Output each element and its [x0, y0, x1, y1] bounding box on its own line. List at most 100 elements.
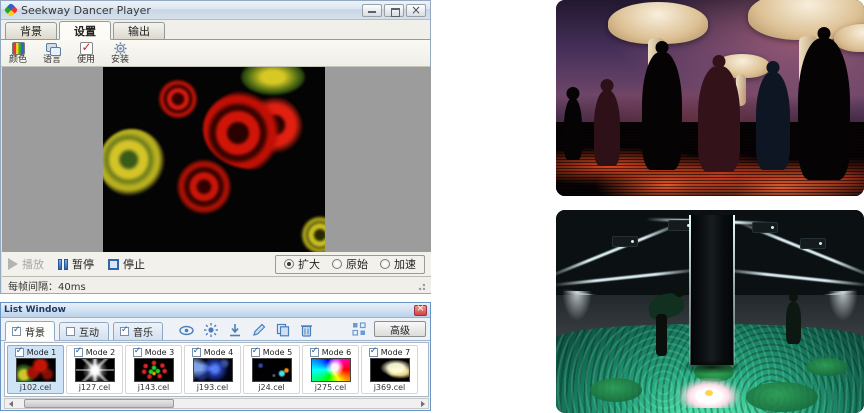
radio-original[interactable]: 原始 [332, 256, 368, 272]
advanced-button[interactable]: 高级 [374, 321, 426, 337]
wall-downlight [562, 291, 592, 321]
lily-pad [746, 382, 818, 412]
mode-thumbnail [370, 358, 410, 382]
view-mode-group: 扩大 原始 加速 [275, 255, 425, 274]
pause-button[interactable]: 暂停 [58, 256, 94, 272]
checkbox-icon[interactable] [310, 348, 319, 357]
projector [752, 222, 778, 233]
checkbox-icon[interactable] [120, 327, 129, 336]
checkbox-icon[interactable] [12, 327, 21, 336]
checkbox-icon[interactable] [192, 348, 201, 357]
scroll-right-arrow[interactable] [417, 399, 428, 408]
window-title: Seekway Dancer Player [21, 4, 362, 17]
list-tab-music[interactable]: 音乐 [113, 322, 163, 340]
copy-icon[interactable] [276, 323, 290, 337]
red-swirl-large [203, 89, 303, 169]
enable-check-icon [80, 42, 93, 55]
preview-area [2, 67, 431, 252]
radio-icon [380, 259, 390, 269]
stop-icon [108, 259, 119, 270]
list-window: List Window 背景 互动 音乐 [0, 302, 431, 411]
tab-background[interactable]: 背景 [5, 22, 57, 39]
play-button[interactable]: 播放 [8, 256, 44, 272]
eye-icon[interactable] [179, 324, 194, 337]
checkbox-icon[interactable] [66, 327, 75, 336]
list-window-title: List Window [4, 305, 414, 315]
checkbox-icon[interactable] [133, 348, 142, 357]
checkbox-icon[interactable] [251, 348, 260, 357]
central-pillar [690, 215, 734, 365]
effect-canvas [103, 67, 325, 252]
scroll-track[interactable] [16, 399, 417, 408]
person-silhouette [698, 66, 740, 172]
close-button[interactable] [406, 4, 426, 17]
list-tab-interactive[interactable]: 互动 [59, 322, 109, 340]
scroll-left-arrow[interactable] [5, 399, 16, 408]
player-titlebar: Seekway Dancer Player [1, 1, 430, 20]
photo-led-floor-mushroom-room [556, 0, 864, 196]
delete-icon[interactable] [300, 323, 313, 337]
person-silhouette [756, 72, 790, 170]
pillar-shadow [680, 360, 744, 374]
lotus-flower [678, 378, 740, 408]
usage-button[interactable]: 使用 [73, 42, 99, 65]
checkbox-icon[interactable] [15, 348, 24, 357]
radio-enlarge[interactable]: 扩大 [284, 256, 320, 272]
list-tabrow: 背景 互动 音乐 [1, 318, 430, 341]
mode-thumbnail [134, 358, 174, 382]
person-silhouette [594, 90, 620, 166]
person-silhouette [798, 38, 850, 180]
person-legs [656, 314, 667, 356]
tab-output[interactable]: 输出 [113, 22, 165, 39]
list-toolbar [179, 323, 313, 337]
projector [612, 236, 638, 247]
mode-thumbnail [16, 358, 56, 382]
install-button[interactable]: 安装 [107, 42, 133, 65]
radio-accelerate[interactable]: 加速 [380, 256, 416, 272]
tab-settings[interactable]: 设置 [59, 21, 111, 40]
lily-pad [590, 378, 642, 402]
mode-card-1[interactable]: Mode 1 j102.cel [7, 345, 64, 394]
mode-card-3[interactable]: Mode 3 j143.cel [125, 345, 182, 394]
player-toolbar: 颜色 语言 使用 安装 [1, 40, 430, 67]
checkbox-icon[interactable] [74, 348, 83, 357]
pause-icon [58, 259, 68, 270]
playback-controls: 播放 暂停 停止 扩大 原始 加速 [2, 252, 431, 276]
red-swirl-bottom [175, 159, 233, 225]
mode-thumbnail [252, 358, 292, 382]
gear-icon [114, 42, 127, 55]
arrange-icon[interactable] [352, 322, 366, 336]
resize-grip[interactable] [416, 281, 425, 290]
app-icon [4, 3, 18, 17]
yellow-green-blob-left [103, 129, 165, 197]
mode-card-7[interactable]: Mode 7 j369.cel [361, 345, 418, 394]
person-standing [786, 302, 801, 344]
mode-thumbnail [311, 358, 351, 382]
radio-icon [284, 259, 294, 269]
mode-card-5[interactable]: Mode 5 j24.cel [243, 345, 300, 394]
person-head [674, 286, 685, 297]
checkbox-icon[interactable] [369, 348, 378, 357]
player-tabstrip: 背景 设置 输出 [1, 20, 430, 40]
minimize-button[interactable] [362, 4, 382, 17]
mode-card-2[interactable]: Mode 2 j127.cel [66, 345, 123, 394]
red-swirl-small [155, 75, 201, 123]
mode-card-6[interactable]: Mode 6 j275.cel [302, 345, 359, 394]
lily-pad [806, 358, 848, 376]
play-icon [8, 258, 18, 270]
stop-button[interactable]: 停止 [108, 256, 145, 272]
frame-interval-status: 每帧间隔：40ms [8, 278, 86, 293]
download-icon[interactable] [228, 323, 242, 337]
mode-card-4[interactable]: Mode 4 j193.cel [184, 345, 241, 394]
list-close-button[interactable] [414, 305, 427, 316]
color-button[interactable]: 颜色 [5, 42, 31, 65]
person-silhouette [564, 98, 582, 160]
scroll-thumb[interactable] [24, 399, 174, 408]
list-tab-background[interactable]: 背景 [5, 321, 55, 341]
horizontal-scrollbar[interactable] [4, 398, 429, 409]
brightness-icon[interactable] [204, 323, 218, 337]
mode-thumbnail [193, 358, 233, 382]
maximize-button[interactable] [384, 4, 404, 17]
language-button[interactable]: 语言 [39, 42, 65, 65]
edit-icon[interactable] [252, 323, 266, 337]
